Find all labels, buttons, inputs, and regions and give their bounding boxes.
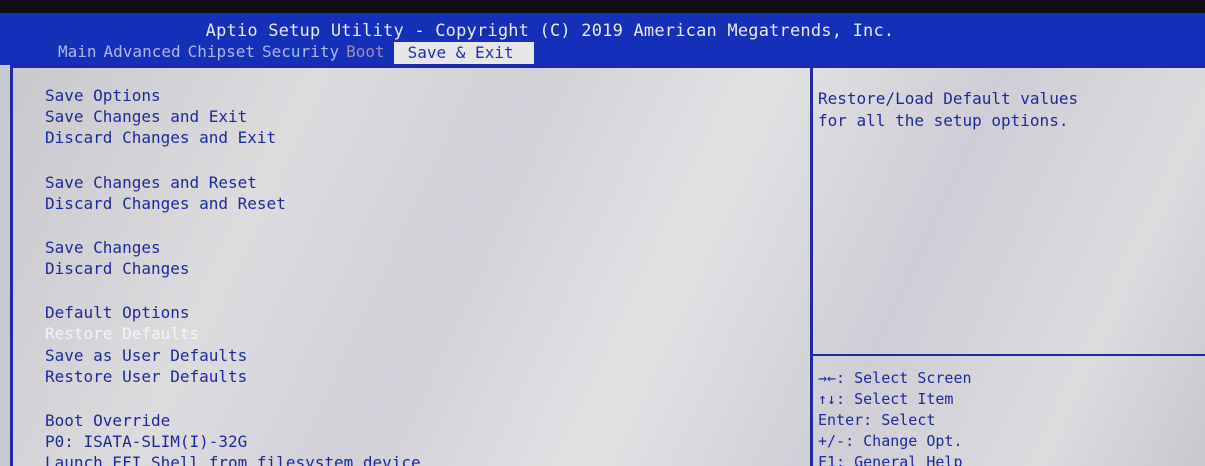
tab-security[interactable]: Security (262, 42, 346, 64)
tab-advanced[interactable]: Advanced (104, 42, 188, 64)
help-separator (813, 354, 1205, 356)
help-line: Restore/Load Default values (818, 89, 1079, 108)
menu-item-restore-defaults[interactable]: Restore Defaults (45, 324, 199, 344)
section-heading-default-options: Default Options (45, 303, 190, 322)
menu-item-save-changes-and-exit[interactable]: Save Changes and Exit (45, 107, 247, 127)
help-text: Restore/Load Default values for all the … (818, 88, 1198, 132)
menu-item-boot-override-device[interactable]: P0: ISATA-SLIM(I)-32G (45, 432, 247, 452)
section-heading-save-options: Save Options (45, 86, 161, 105)
main-panel: Save Options Save Changes and Exit Disca… (10, 65, 1205, 466)
menu-item-launch-efi-shell[interactable]: Launch EFI Shell from filesystem device (45, 453, 421, 466)
menu-item-discard-changes[interactable]: Discard Changes (45, 259, 190, 279)
section-heading-boot-override: Boot Override (45, 411, 171, 430)
top-bezel (0, 0, 1205, 13)
header-bar: Aptio Setup Utility - Copyright (C) 2019… (0, 13, 1205, 65)
help-line: for all the setup options. (818, 111, 1069, 130)
key-select-screen: →←: Select Screen (818, 369, 972, 387)
key-enter-select: Enter: Select (818, 411, 936, 429)
menu-item-discard-changes-and-exit[interactable]: Discard Changes and Exit (45, 128, 276, 148)
menu-item-save-changes[interactable]: Save Changes (45, 238, 161, 258)
key-legend: →←: Select Screen ↑↓: Select Item Enter:… (818, 368, 1198, 466)
tab-bar: Main Advanced Chipset Security Boot Save… (58, 40, 534, 64)
key-select-item: ↑↓: Select Item (818, 390, 954, 408)
utility-title: Aptio Setup Utility - Copyright (C) 2019… (205, 21, 895, 41)
tab-boot[interactable]: Boot (346, 42, 392, 64)
column-divider (810, 68, 813, 466)
key-change-option: +/-: Change Opt. (818, 432, 963, 450)
menu-item-save-changes-and-reset[interactable]: Save Changes and Reset (45, 173, 257, 193)
tab-chipset[interactable]: Chipset (188, 42, 262, 64)
key-general-help: F1: General Help (818, 453, 963, 466)
tab-main[interactable]: Main (58, 42, 104, 64)
menu-item-restore-user-defaults[interactable]: Restore User Defaults (45, 367, 247, 387)
menu-item-save-as-user-defaults[interactable]: Save as User Defaults (45, 346, 247, 366)
tab-save-exit[interactable]: Save & Exit (393, 42, 534, 64)
menu-item-discard-changes-and-reset[interactable]: Discard Changes and Reset (45, 194, 286, 214)
bios-screen: Aptio Setup Utility - Copyright (C) 2019… (0, 0, 1205, 466)
